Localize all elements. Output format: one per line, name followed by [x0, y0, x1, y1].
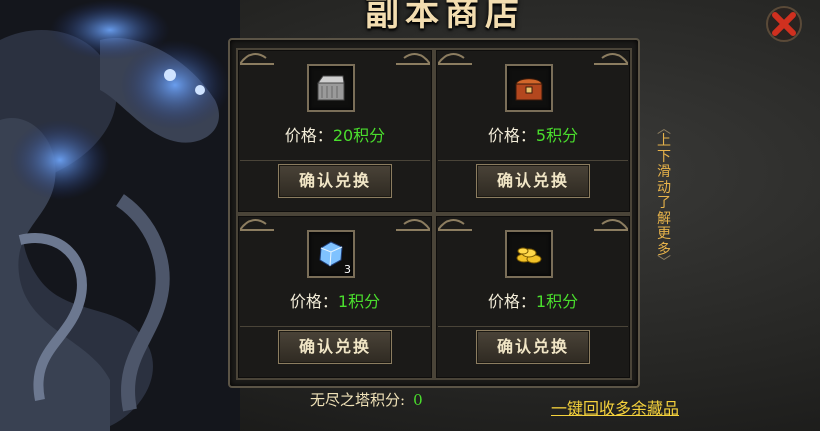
confirm-exchange-button[interactable]: 确认兑换	[476, 164, 590, 198]
scroll-hint-char: 滑	[657, 164, 671, 180]
item-slot[interactable]	[505, 230, 553, 278]
item-slot[interactable]	[307, 64, 355, 112]
item-quantity: 3	[344, 263, 351, 276]
corner-ornament-icon	[396, 53, 430, 65]
scroll-hint-char: 上	[657, 133, 671, 149]
scroll-hint-char: 更	[657, 226, 671, 242]
price-value: 20积分	[332, 126, 386, 145]
price-line: 价格：5积分	[487, 126, 579, 145]
shop-window: 副本商店 价格：20积分 确认兑换 价格：5积分 确认兑换 3 价格：1积分 确…	[0, 0, 820, 431]
score-label: 无尽之塔积分:	[310, 391, 406, 409]
corner-ornament-icon	[438, 219, 472, 231]
shop-item-card: 3 价格：1积分 确认兑换	[236, 214, 434, 380]
tower-score: 无尽之塔积分: 0	[310, 389, 423, 410]
confirm-exchange-button[interactable]: 确认兑换	[278, 330, 392, 364]
corner-ornament-icon	[240, 219, 274, 231]
corner-ornament-icon	[396, 219, 430, 231]
scroll-down-arrow-icon: ﹀	[657, 255, 671, 271]
confirm-exchange-button[interactable]: 确认兑换	[278, 164, 392, 198]
item-slot[interactable]: 3	[307, 230, 355, 278]
divider	[438, 326, 628, 327]
item-slot[interactable]	[505, 64, 553, 112]
shop-item-card: 价格：5积分 确认兑换	[434, 48, 632, 214]
scroll-hint-char: 下	[657, 148, 671, 165]
price-value: 1积分	[337, 292, 381, 311]
shop-item-card: 价格：20积分 确认兑换	[236, 48, 434, 214]
scroll-hint-char: 解	[657, 210, 671, 227]
scroll-hint-char: 了	[657, 195, 671, 211]
shop-item-card: 价格：1积分 确认兑换	[434, 214, 632, 380]
divider	[240, 326, 430, 327]
corner-ornament-icon	[438, 53, 472, 65]
silver-chest-icon	[317, 75, 345, 101]
confirm-exchange-button[interactable]: 确认兑换	[476, 330, 590, 364]
score-value: 0	[413, 391, 423, 409]
corner-ornament-icon	[240, 53, 274, 65]
red-chest-icon	[515, 78, 543, 101]
price-value: 1积分	[535, 292, 579, 311]
price-value: 5积分	[535, 126, 579, 145]
scroll-hint-char: 动	[657, 179, 671, 196]
gold-coins-icon	[516, 247, 542, 264]
shop-title: 副本商店	[365, 0, 525, 34]
dragon-artwork	[0, 0, 240, 431]
corner-ornament-icon	[594, 53, 628, 65]
price-line: 价格：20积分	[284, 126, 386, 145]
close-icon[interactable]	[764, 4, 804, 44]
divider	[240, 160, 430, 161]
price-line: 价格：1积分	[487, 292, 579, 311]
scroll-hint: ︿ 上 下 滑 动 了 解 更 多 ﹀	[653, 122, 675, 271]
item-grid: 价格：20积分 确认兑换 价格：5积分 确认兑换 3 价格：1积分 确认兑换 价…	[228, 38, 640, 388]
divider	[438, 160, 628, 161]
price-line: 价格：1积分	[289, 292, 381, 311]
blue-crystal-icon	[319, 241, 343, 267]
corner-ornament-icon	[594, 219, 628, 231]
recycle-extra-items-link[interactable]: 一键回收多余藏品	[551, 395, 679, 419]
